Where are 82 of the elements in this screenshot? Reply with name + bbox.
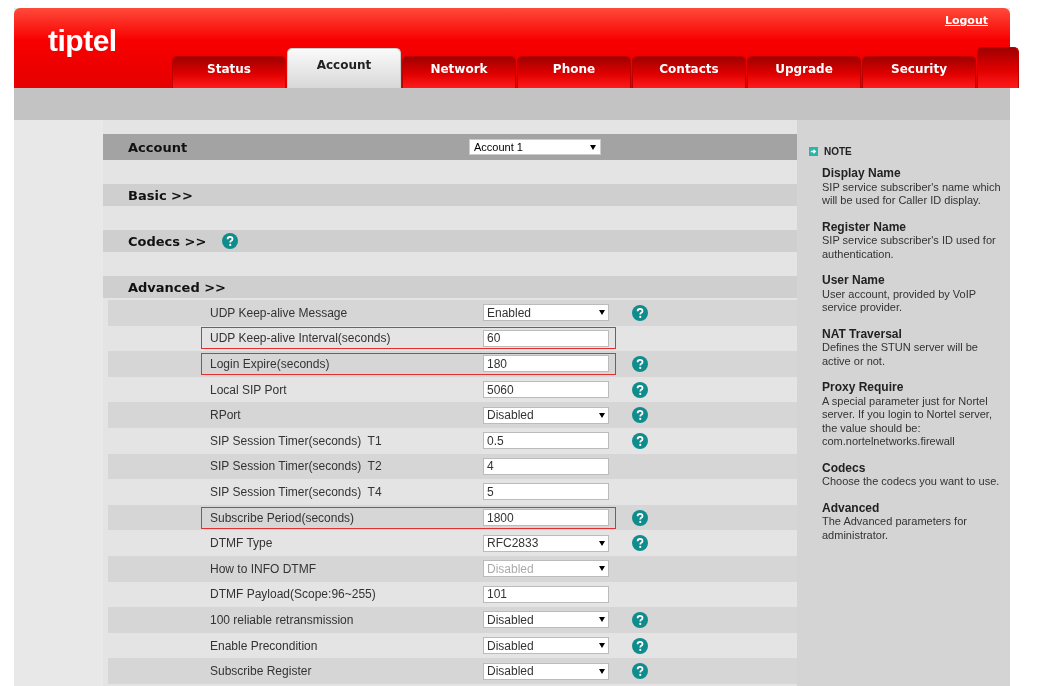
help-icon[interactable] (632, 381, 648, 398)
field-label: SIP Session Timer(seconds) T1 (210, 433, 383, 448)
note-text: Defines the STUN server will be active or not. (822, 341, 979, 368)
input-field[interactable]: 5060 (483, 381, 609, 399)
help-icon[interactable] (222, 233, 239, 249)
caret-icon (599, 540, 605, 546)
caret-icon (590, 144, 596, 150)
help-icon[interactable] (632, 356, 648, 372)
caret-icon (599, 643, 605, 648)
select-field[interactable]: Disabled (483, 611, 609, 629)
field-label: DTMF Payload(Scope:96~255) (210, 587, 377, 602)
caret-icon (599, 310, 605, 316)
note-text: Choose the codecs you want to use. (822, 475, 1001, 489)
logout-link[interactable]: Logout (944, 14, 988, 27)
select-field[interactable]: Disabled (483, 637, 609, 654)
note-text: The Advanced parameters for administrator. (822, 515, 968, 542)
section-title: Account (128, 139, 189, 155)
nav-tab[interactable]: Account (287, 48, 401, 88)
note-term: Advanced (822, 501, 881, 515)
note-term: User Name (822, 274, 886, 288)
field-label: 100 reliable retransmission (210, 612, 355, 627)
section-bar[interactable]: Codecs >> (103, 230, 797, 252)
help-icon[interactable] (632, 663, 648, 680)
help-icon[interactable] (632, 535, 648, 552)
note-text: SIP service subscriber's ID used for authentication. (822, 234, 997, 261)
field-label: Subscribe Period(seconds) (210, 510, 356, 525)
help-icon[interactable] (632, 407, 648, 424)
nav-tab[interactable]: Contacts (632, 56, 746, 88)
field-label: UDP Keep-alive Message (210, 305, 349, 320)
note-term: Display Name (822, 167, 902, 181)
field-label: DTMF Type (210, 536, 274, 551)
nav-tab[interactable]: Phone (517, 56, 631, 88)
note-term: Codecs (822, 461, 867, 475)
caret-icon (599, 617, 605, 623)
input-field[interactable]: 101 (483, 585, 609, 603)
field-label: Enable Precondition (210, 638, 319, 653)
section-title[interactable]: Advanced >> (128, 279, 226, 295)
arrow-icon (809, 147, 818, 156)
section-title[interactable]: Codecs >> (128, 233, 207, 249)
note-text: SIP service subscriber's name which will be used for Caller ID display. (822, 180, 1002, 208)
select-field[interactable]: RFC2833 (483, 534, 609, 552)
note-text: A special parameter just for Nortel server. If you login to Nortel server, the value should be: com.nortelnetworks.firewall (822, 394, 993, 449)
account-select[interactable]: Account 1 (469, 139, 601, 155)
caret-icon (599, 668, 605, 674)
help-icon[interactable] (632, 432, 648, 449)
field-label: RPort (210, 408, 242, 423)
help-icon[interactable] (632, 304, 648, 321)
input-field[interactable]: 0.5 (483, 432, 609, 450)
nav-tab[interactable]: Status (172, 56, 286, 88)
input-field[interactable]: 60 (483, 329, 609, 347)
input-field[interactable]: 4 (483, 457, 609, 475)
select-field[interactable]: Disabled (483, 662, 609, 680)
field-label: Subscribe Register (210, 664, 313, 679)
select-field[interactable]: Enabled (483, 304, 609, 322)
note-term: Proxy Require (822, 381, 905, 395)
note-term: NAT Traversal (822, 327, 903, 341)
field-label: Login Expire(seconds) (210, 357, 331, 371)
help-icon[interactable] (632, 611, 648, 628)
field-label: SIP Session Timer(seconds) T4 (210, 484, 383, 499)
note-title: NOTE (824, 146, 852, 157)
nav-tab[interactable]: Upgrade (747, 56, 861, 88)
field-label: How to INFO DTMF (210, 561, 317, 576)
help-icon[interactable] (632, 509, 648, 526)
caret-icon (599, 412, 605, 418)
field-label: Local SIP Port (210, 382, 288, 397)
caret-icon (599, 566, 605, 572)
section-title[interactable]: Basic >> (128, 187, 193, 203)
note-term: Register Name (822, 220, 908, 234)
section-bar[interactable]: Advanced >> (103, 276, 797, 298)
note-text: User account, provided by VoIP service provider. (822, 287, 977, 315)
input-field[interactable]: 5 (483, 483, 609, 501)
help-icon[interactable] (632, 637, 648, 654)
field-label: SIP Session Timer(seconds) T2 (210, 459, 383, 474)
select-field[interactable]: Disabled (483, 406, 609, 424)
input-field[interactable]: 1800 (483, 509, 609, 527)
tab-edge (977, 47, 1019, 88)
logo: tiptel (48, 24, 117, 58)
field-label: UDP Keep-alive Interval(seconds) (210, 331, 392, 346)
section-bar[interactable]: Basic >> (103, 184, 797, 206)
input-field[interactable]: 180 (483, 355, 609, 373)
nav-tab[interactable]: Security (862, 56, 976, 88)
nav-tab[interactable]: Network (402, 56, 516, 88)
